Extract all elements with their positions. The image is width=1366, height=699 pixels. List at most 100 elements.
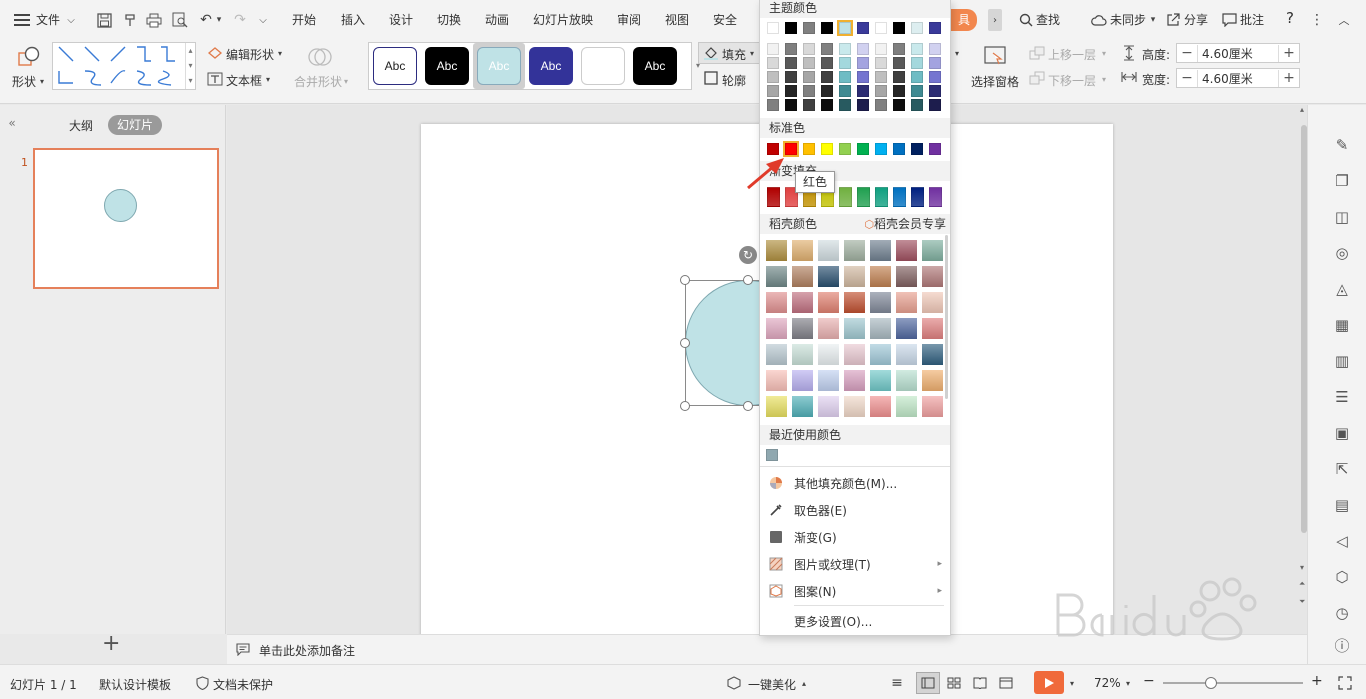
width-increase-button[interactable]: +: [1279, 70, 1299, 86]
select-pane-icon[interactable]: [982, 44, 1008, 68]
docer-color-swatch[interactable]: [792, 318, 813, 339]
theme-shade-swatch[interactable]: [929, 43, 941, 55]
tab-animation[interactable]: 动画: [485, 11, 509, 28]
slide-sorter-icon[interactable]: [944, 674, 964, 692]
docer-color-swatch[interactable]: [766, 370, 787, 391]
gradient-color-swatch[interactable]: [911, 187, 924, 207]
collapse-ribbon-icon[interactable]: ︿: [1336, 10, 1352, 30]
theme-shade-swatch[interactable]: [785, 99, 797, 111]
theme-shade-swatch[interactable]: [785, 85, 797, 97]
docer-color-swatch[interactable]: [896, 266, 917, 287]
theme-shade-swatch[interactable]: [857, 99, 869, 111]
theme-shade-swatch[interactable]: [893, 57, 905, 69]
standard-color-swatch[interactable]: [821, 143, 833, 155]
docer-color-swatch[interactable]: [870, 370, 891, 391]
scroll-down-arrow-icon[interactable]: ▾: [1300, 563, 1304, 572]
docer-color-swatch[interactable]: [922, 318, 943, 339]
docer-color-swatch[interactable]: [922, 240, 943, 261]
docer-color-swatch[interactable]: [870, 266, 891, 287]
theme-shade-swatch[interactable]: [911, 85, 923, 97]
shape-effects-icon[interactable]: ◫: [1332, 207, 1352, 227]
other-fill-colors-item[interactable]: 其他填充颜色(M)...: [760, 471, 950, 495]
pin-icon[interactable]: ✎: [1332, 135, 1352, 155]
theme-shade-swatch[interactable]: [821, 43, 833, 55]
zoom-slider-thumb[interactable]: [1205, 677, 1217, 689]
docer-color-swatch[interactable]: [844, 318, 865, 339]
archive-icon[interactable]: ▤: [1332, 495, 1352, 515]
beautify-dropdown-icon[interactable]: ▴: [800, 677, 808, 689]
file-menu[interactable]: 文件: [36, 11, 60, 28]
theme-color-swatch[interactable]: [911, 22, 923, 34]
standard-color-swatch[interactable]: [803, 143, 815, 155]
standard-color-swatch[interactable]: [839, 143, 851, 155]
docer-color-swatch[interactable]: [896, 240, 917, 261]
theme-shade-swatch[interactable]: [821, 57, 833, 69]
theme-color-swatch[interactable]: [821, 22, 833, 34]
standard-color-swatch[interactable]: [911, 143, 923, 155]
docer-color-swatch[interactable]: [896, 396, 917, 417]
fill-dropdown-icon[interactable]: ▾: [748, 46, 756, 60]
tab-review[interactable]: 审阅: [617, 11, 641, 28]
edit-shape-icon[interactable]: [206, 44, 224, 62]
style-sample-black-2[interactable]: Abc: [633, 47, 677, 85]
comment-button[interactable]: 批注: [1240, 11, 1264, 28]
style-sample-outline[interactable]: Abc: [373, 47, 417, 85]
docer-color-swatch[interactable]: [922, 266, 943, 287]
theme-shade-swatch[interactable]: [785, 43, 797, 55]
slideshow-dropdown-icon[interactable]: ▾: [1068, 677, 1076, 689]
style-sample-black[interactable]: Abc: [425, 47, 469, 85]
settings-sliders-icon[interactable]: ☰: [1332, 387, 1352, 407]
theme-shade-swatch[interactable]: [929, 99, 941, 111]
send-backward-dropdown-icon[interactable]: ▾: [1100, 72, 1108, 86]
docer-color-swatch[interactable]: [766, 292, 787, 313]
theme-shade-swatch[interactable]: [785, 57, 797, 69]
theme-shade-swatch[interactable]: [911, 57, 923, 69]
tab-slides[interactable]: 幻灯片: [108, 115, 163, 135]
tab-insert[interactable]: 插入: [341, 11, 365, 28]
connector-gallery[interactable]: ▴ ▾ ▾: [52, 42, 196, 90]
docer-color-swatch[interactable]: [844, 240, 865, 261]
docer-color-swatch[interactable]: [818, 396, 839, 417]
standard-color-swatch[interactable]: [893, 143, 905, 155]
docer-scrollbar[interactable]: [945, 235, 948, 399]
theme-color-swatch[interactable]: [837, 20, 853, 36]
help-circle-icon[interactable]: ⓘ: [1332, 635, 1352, 655]
tab-slideshow[interactable]: 幻灯片放映: [533, 11, 593, 28]
docer-color-swatch[interactable]: [818, 344, 839, 365]
docer-color-swatch[interactable]: [896, 318, 917, 339]
theme-shade-swatch[interactable]: [839, 85, 851, 97]
history-icon[interactable]: ◷: [1332, 603, 1352, 623]
docer-color-swatch[interactable]: [870, 292, 891, 313]
chart-icon[interactable]: ▥: [1332, 351, 1352, 371]
save-icon[interactable]: [94, 10, 114, 30]
docer-color-swatch[interactable]: [844, 292, 865, 313]
theme-shade-swatch[interactable]: [803, 43, 815, 55]
theme-shade-swatch[interactable]: [857, 71, 869, 83]
print-preview-icon[interactable]: [170, 10, 190, 30]
more-options-icon[interactable]: ⋮: [1310, 10, 1324, 30]
theme-shade-swatch[interactable]: [767, 43, 779, 55]
pattern-item[interactable]: 图案(N) ▸: [760, 579, 950, 603]
gradient-color-swatch[interactable]: [929, 187, 942, 207]
zoom-dropdown-icon[interactable]: ▾: [1124, 677, 1132, 689]
theme-shade-swatch[interactable]: [821, 71, 833, 83]
audio-icon[interactable]: ◁: [1332, 531, 1352, 551]
standard-color-swatch[interactable]: [929, 143, 941, 155]
fill-bucket-icon[interactable]: [702, 45, 720, 61]
gradient-color-swatch[interactable]: [857, 187, 870, 207]
docer-color-swatch[interactable]: [896, 370, 917, 391]
merge-shape-dropdown-icon[interactable]: ▾: [342, 74, 350, 88]
chevron-right-icon[interactable]: ›: [988, 9, 1002, 31]
shield-icon[interactable]: ⬡: [1332, 567, 1352, 587]
presenter-view-icon[interactable]: [996, 674, 1016, 692]
notes-bar[interactable]: 单击此处添加备注: [227, 634, 1307, 664]
theme-color-swatch[interactable]: [875, 22, 887, 34]
collapse-panel-icon[interactable]: «: [4, 115, 20, 131]
sync-status[interactable]: 未同步: [1110, 11, 1146, 28]
docer-color-swatch[interactable]: [870, 318, 891, 339]
bring-forward-button[interactable]: 上移一层: [1048, 46, 1096, 63]
theme-shade-swatch[interactable]: [839, 99, 851, 111]
edit-shape-dropdown-icon[interactable]: ▾: [276, 46, 284, 60]
tab-drawing-tools[interactable]: 具: [951, 9, 977, 31]
docer-color-swatch[interactable]: [870, 240, 891, 261]
